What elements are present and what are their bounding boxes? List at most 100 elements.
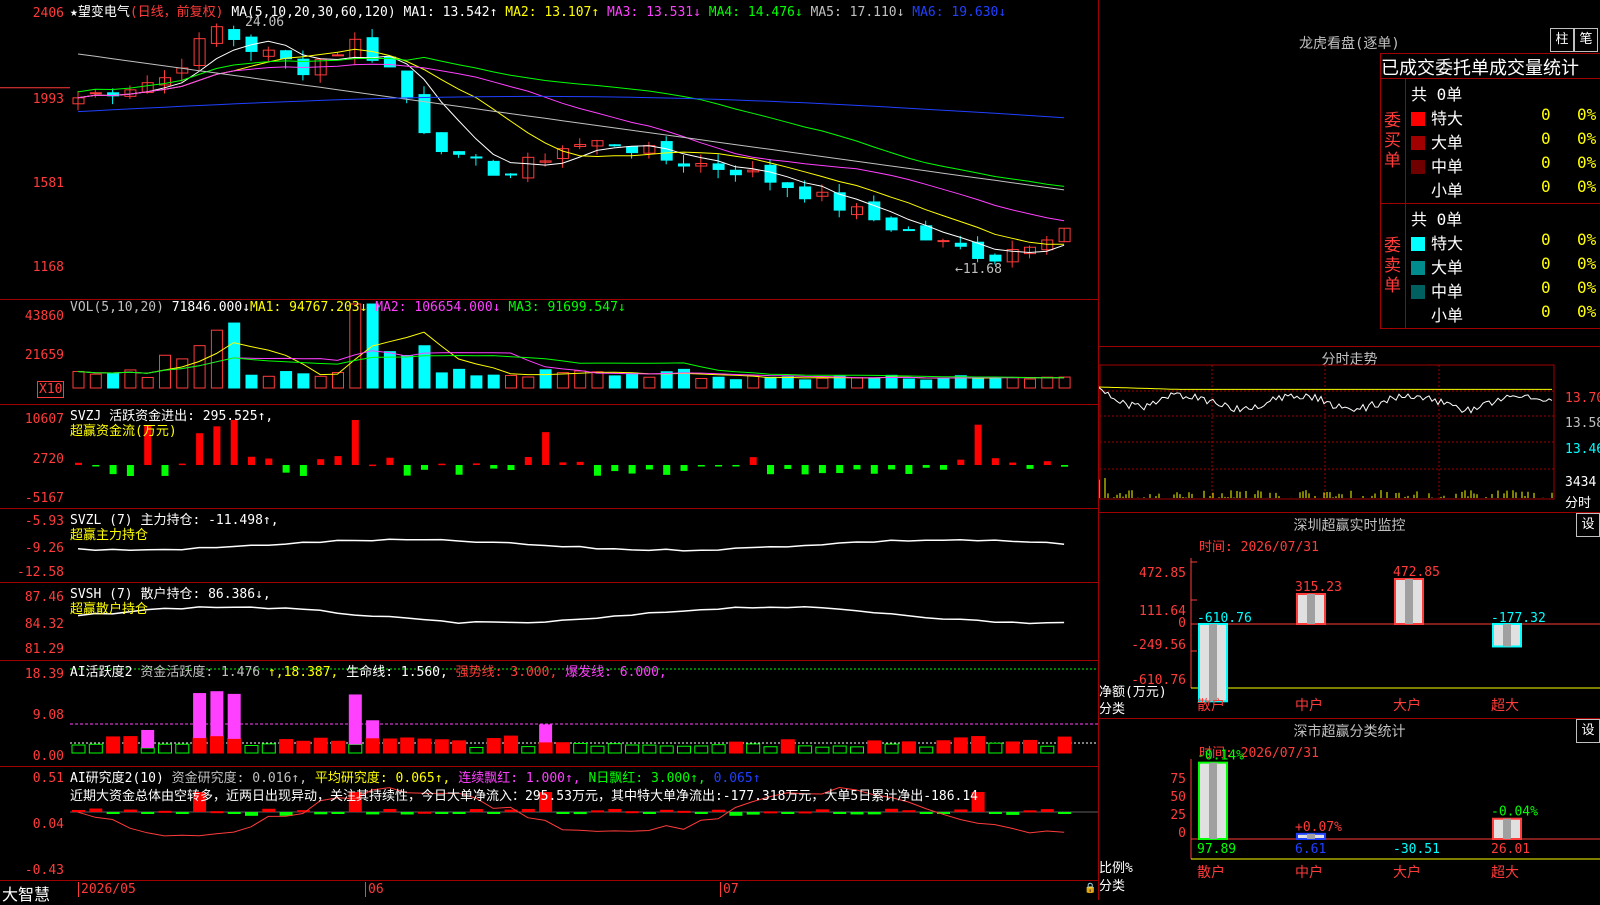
flow-bar bbox=[922, 465, 930, 468]
ai1-label: AI活跃度2 bbox=[70, 665, 133, 680]
lock-icon[interactable]: 🔒 bbox=[1084, 883, 1096, 894]
volume-bar bbox=[176, 358, 189, 389]
research-bar bbox=[625, 811, 639, 814]
buy-value-3: 0 bbox=[1541, 177, 1551, 196]
research-bar bbox=[262, 808, 276, 812]
volume-bar bbox=[141, 377, 154, 389]
volume-bar bbox=[643, 376, 656, 389]
research-bar bbox=[764, 811, 777, 814]
volume-bar bbox=[626, 372, 639, 389]
ai-activity-pane[interactable]: AI活跃度2 资金活跃度: 1.476 ↑,18.387, 生命线: 1.560… bbox=[0, 661, 1098, 767]
flow-bar bbox=[836, 465, 844, 474]
buy-orders-block: 委 买 单 共 0单 特大 0 0% 大单 0 0% 中单 0 0% 小单 0 0% bbox=[1380, 78, 1600, 204]
sell-swatch-1 bbox=[1411, 261, 1425, 275]
flow-bar bbox=[109, 465, 117, 475]
activity-bar bbox=[728, 741, 743, 754]
cls-ylabel: 比例% bbox=[1099, 861, 1133, 876]
activity-bar bbox=[884, 743, 899, 754]
research-bar bbox=[746, 812, 760, 815]
high-price-label: 24.06 bbox=[245, 15, 285, 30]
flow-bar bbox=[265, 458, 273, 465]
flow-bar bbox=[576, 461, 584, 465]
chart-area[interactable]: ★望变电气(日线，前复权) MA(5,10,20,30,60,120) MA1:… bbox=[0, 0, 1099, 904]
vol-axis-2: 21659 bbox=[24, 348, 64, 363]
volume-bar bbox=[89, 373, 102, 389]
svzj-pane[interactable]: SVZJ 活跃资金进出: 295.525↑, 超赢资金流(万元) 10607 2… bbox=[0, 405, 1098, 509]
flow-bar bbox=[801, 465, 809, 475]
svsh-pane[interactable]: SVSH (7) 散户持仓: 86.386↓, 超赢散户持仓 87.46 84.… bbox=[0, 583, 1098, 661]
research-bar bbox=[435, 812, 449, 814]
activity-bar bbox=[780, 739, 795, 754]
volume-bar bbox=[72, 370, 85, 389]
volume-bar bbox=[418, 345, 431, 389]
research-bar bbox=[573, 812, 587, 815]
sell-pct-2: 0% bbox=[1577, 278, 1597, 297]
ma-value-3: MA4: 14.476↓ bbox=[708, 5, 811, 20]
activity-bar bbox=[382, 738, 397, 754]
volume-bar bbox=[556, 372, 569, 389]
intraday-chart[interactable] bbox=[1099, 347, 1600, 512]
cls-cat-1: 中户 bbox=[1295, 864, 1323, 881]
buy-pct-0: 0% bbox=[1577, 105, 1597, 124]
tick-mode-button[interactable]: 笔 bbox=[1574, 28, 1598, 52]
svzj-title: 超赢资金流(万元) bbox=[70, 424, 177, 439]
svzl-axis-1: -5.93 bbox=[24, 514, 64, 529]
flow-bar bbox=[507, 465, 515, 471]
flow-bar bbox=[126, 465, 134, 476]
vol-axis-1: 43860 bbox=[24, 309, 64, 324]
research-bar bbox=[418, 811, 431, 814]
volume-bar bbox=[210, 329, 223, 389]
price-pane[interactable]: ★望变电气(日线，前复权) MA(5,10,20,30,60,120) MA1:… bbox=[0, 0, 1098, 300]
activity-bar bbox=[971, 736, 986, 754]
intraday-frame bbox=[1099, 364, 1555, 500]
candlestick-chart[interactable] bbox=[0, 0, 1098, 299]
buy-pct-3: 0% bbox=[1577, 177, 1597, 196]
sell-value-1: 0 bbox=[1541, 254, 1551, 273]
research-bar bbox=[400, 812, 414, 815]
volume-chart[interactable] bbox=[0, 300, 1098, 404]
activity-bar bbox=[504, 735, 518, 754]
candle-body bbox=[453, 151, 466, 155]
date-axis[interactable]: 大智慧 2026/05 06 07 🔒 bbox=[0, 881, 1098, 904]
ma6-line bbox=[77, 95, 1065, 119]
volume-bar bbox=[1041, 376, 1054, 389]
research-bar bbox=[366, 812, 380, 815]
candle-body bbox=[626, 146, 639, 154]
sz-class-panel[interactable]: 深市超赢分类统计 设 时间: 2026/07/31 -0.14% 97.89 散户 +… bbox=[1099, 719, 1600, 900]
flow-bar bbox=[230, 420, 238, 465]
star-icon: ★ bbox=[70, 5, 78, 20]
candle-body bbox=[799, 186, 812, 200]
flow-bar bbox=[1061, 465, 1069, 467]
ai2-axis-3: -0.43 bbox=[24, 863, 64, 878]
mon-bar-label-0: -610.76 bbox=[1197, 611, 1252, 626]
activity-bar bbox=[261, 743, 276, 754]
volume-bar bbox=[1024, 378, 1036, 389]
flow-bar bbox=[403, 465, 411, 476]
sz-monitor-panel[interactable]: 深圳超赢实时监控 设 时间: 2026/07/31 -610.76 散户 315.2… bbox=[1099, 513, 1600, 719]
sell-pct-0: 0% bbox=[1577, 230, 1597, 249]
svzl-axis-3: -12.58 bbox=[17, 565, 64, 580]
bar-mode-button[interactable]: 柱 bbox=[1550, 28, 1574, 52]
ai-research-pane[interactable]: AI研究度2(10) 资金研究度: 0.016↑, 平均研究度: 0.065↑,… bbox=[0, 767, 1098, 881]
cls-val-2: -30.51 bbox=[1393, 842, 1440, 857]
svzl-pane[interactable]: SVZL (7) 主力持仓: -11.498↑, 超赢主力持仓 -5.93 -9… bbox=[0, 509, 1098, 583]
activity-bar bbox=[625, 744, 640, 754]
intraday-panel[interactable]: 分时走势 13.70 13.58 13.46 3434 分时 bbox=[1099, 347, 1600, 513]
buy-side-label: 委 买 单 bbox=[1381, 79, 1406, 203]
research-bar bbox=[123, 809, 137, 812]
sell-swatch-0 bbox=[1411, 237, 1425, 251]
research-bar bbox=[642, 812, 656, 814]
flow-bar bbox=[1043, 461, 1051, 465]
volume-pane[interactable]: VOL(5,10,20) 71846.000↓MA1: 94767.203↓ M… bbox=[0, 300, 1098, 405]
activity-bar bbox=[521, 746, 536, 754]
flow-bar bbox=[853, 465, 861, 470]
research-bar bbox=[72, 809, 85, 812]
activity-bar bbox=[175, 743, 190, 754]
research-bar bbox=[885, 808, 899, 812]
ai2-part-2: 连续飘红: 1.000↑, bbox=[458, 771, 589, 786]
candle-body bbox=[89, 92, 102, 95]
mon-bar-shade-3 bbox=[1503, 624, 1511, 647]
svzj-axis-1: 10607 bbox=[24, 412, 64, 427]
research-bar bbox=[521, 808, 535, 812]
cls-axis-3: 25 bbox=[1170, 808, 1186, 823]
